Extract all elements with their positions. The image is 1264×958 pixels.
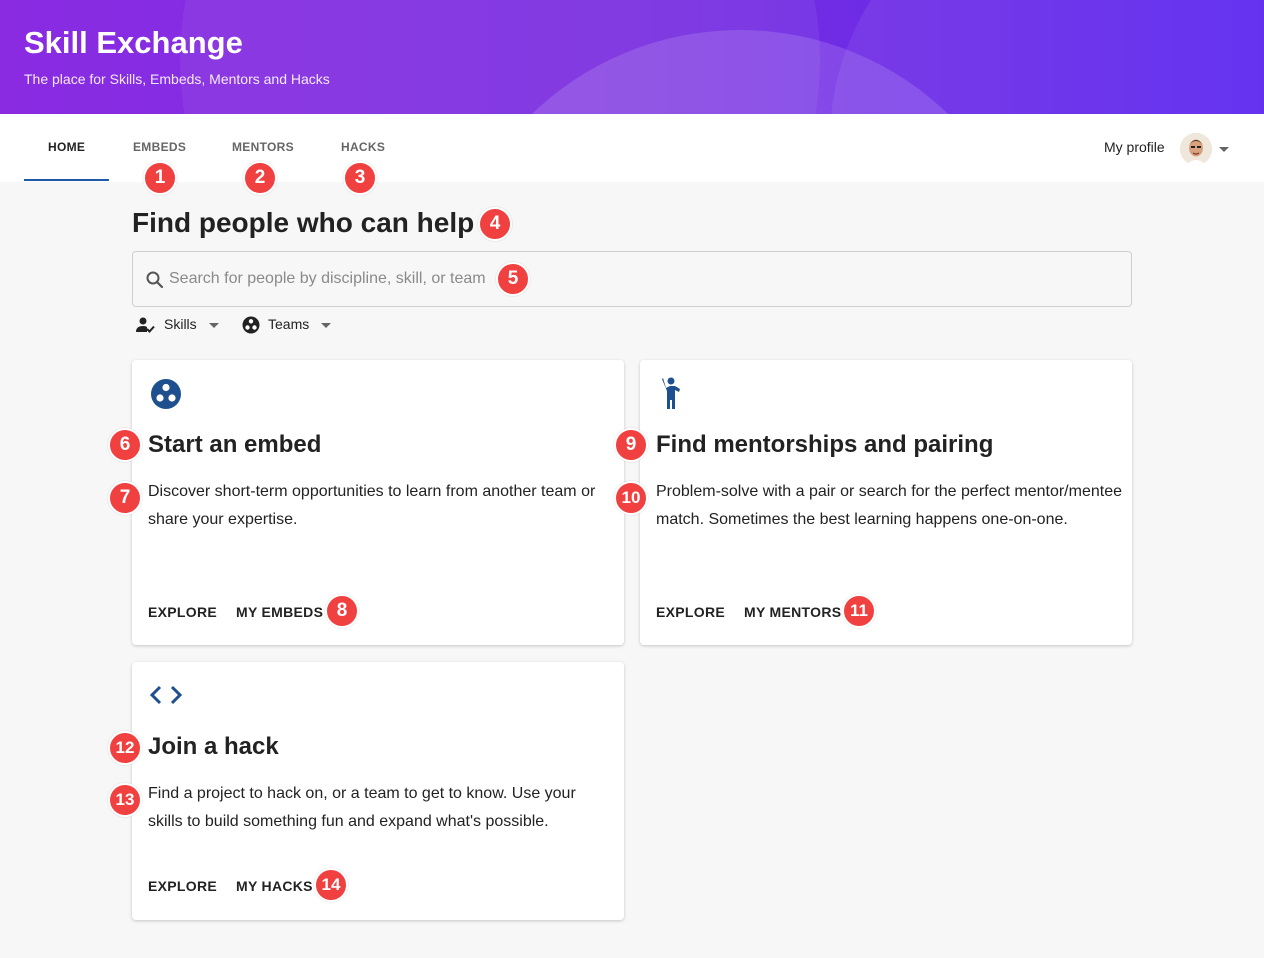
chevron-down-icon[interactable] xyxy=(321,323,331,328)
decorative-circle xyxy=(830,0,1264,114)
annotation-badge: 5 xyxy=(496,262,530,296)
annotation-badge: 4 xyxy=(478,207,512,241)
my-mentors-button[interactable]: MY MENTORS xyxy=(744,604,841,620)
mentorship-card: Find mentorships and pairing Problem-sol… xyxy=(640,360,1132,645)
chevron-down-icon[interactable] xyxy=(1219,147,1229,152)
card-description: Find a project to hack on, or a team to … xyxy=(148,785,576,830)
card-description: Discover short-term opportunities to lea… xyxy=(148,483,596,528)
annotation-badge: 14 xyxy=(314,868,348,902)
top-nav: HOME EMBEDS MENTORS HACKS My profile xyxy=(0,114,1264,182)
search-icon xyxy=(145,270,165,295)
app-subtitle: The place for Skills, Embeds, Mentors an… xyxy=(24,71,330,87)
teams-filter[interactable]: Teams xyxy=(268,316,309,332)
annotation-badge: 8 xyxy=(325,594,359,628)
avatar[interactable] xyxy=(1180,133,1212,165)
annotation-badge: 2 xyxy=(243,161,277,195)
annotation-badge: 7 xyxy=(108,481,142,515)
explore-mentors-button[interactable]: EXPLORE xyxy=(656,604,725,620)
search-input[interactable] xyxy=(169,266,1069,292)
annotation-badge: 13 xyxy=(108,783,142,817)
page-title: Find people who can help xyxy=(132,207,475,238)
explore-embeds-button[interactable]: EXPLORE xyxy=(148,604,217,620)
annotation-badge: 12 xyxy=(108,731,142,765)
profile-menu-label[interactable]: My profile xyxy=(1104,139,1165,155)
app-title: Skill Exchange xyxy=(24,25,243,60)
card-title: Join a hack xyxy=(148,733,279,760)
explore-hacks-button[interactable]: EXPLORE xyxy=(148,878,217,894)
annotation-badge: 9 xyxy=(614,428,648,462)
skills-filter[interactable]: Skills xyxy=(164,316,197,332)
tab-hacks[interactable]: HACKS xyxy=(341,140,385,154)
person-check-icon xyxy=(136,316,156,339)
search-field[interactable] xyxy=(132,251,1132,307)
code-icon xyxy=(149,684,183,711)
annotation-badge: 3 xyxy=(343,161,377,195)
my-hacks-button[interactable]: MY HACKS xyxy=(236,878,313,894)
team-icon xyxy=(150,378,182,415)
card-title: Start an embed xyxy=(148,431,322,458)
card-description: Problem-solve with a pair or search for … xyxy=(656,483,1122,528)
tab-home[interactable]: HOME xyxy=(48,140,85,154)
card-title: Find mentorships and pairing xyxy=(656,431,994,458)
active-tab-indicator xyxy=(24,179,109,181)
tab-embeds[interactable]: EMBEDS xyxy=(133,140,186,154)
person-raising-hand-icon xyxy=(658,376,688,415)
hack-card: Join a hack Find a project to hack on, o… xyxy=(132,662,624,920)
tab-mentors[interactable]: MENTORS xyxy=(232,140,294,154)
annotation-badge: 10 xyxy=(614,481,648,515)
chevron-down-icon[interactable] xyxy=(209,323,219,328)
embed-card: Start an embed Discover short-term oppor… xyxy=(132,360,624,645)
app-header: Skill Exchange The place for Skills, Emb… xyxy=(0,0,1264,114)
annotation-badge: 11 xyxy=(842,594,876,628)
annotation-badge: 6 xyxy=(108,428,142,462)
team-icon xyxy=(242,316,260,339)
my-embeds-button[interactable]: MY EMBEDS xyxy=(236,604,323,620)
annotation-badge: 1 xyxy=(143,161,177,195)
